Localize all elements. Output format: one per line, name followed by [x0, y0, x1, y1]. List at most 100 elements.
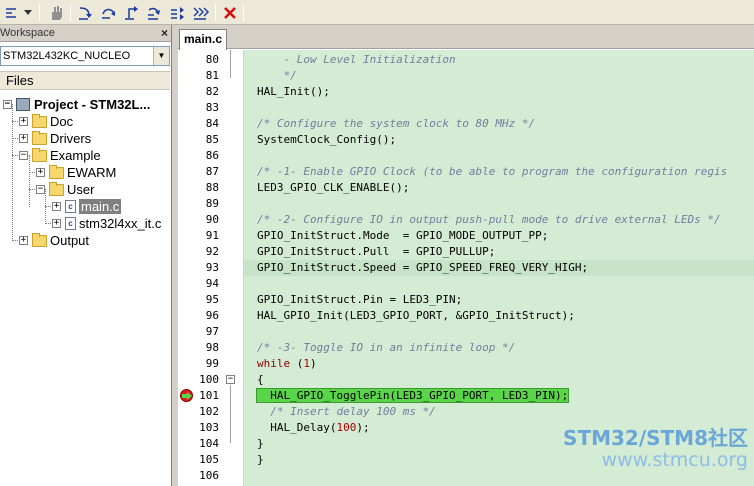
- code-line: LED3_GPIO_CLK_ENABLE();: [244, 180, 754, 196]
- code-editor: main.c 80 81 82 83 84 85 86 87 88 89 90 91 92 93 94 95 9…: [178, 25, 754, 486]
- code-line: GPIO_InitStruct.Speed = GPIO_SPEED_FREQ_…: [244, 260, 754, 276]
- tree-item-label: Example: [50, 148, 101, 163]
- watermark-url: www.stmcu.org: [601, 449, 748, 471]
- folder-icon: [32, 130, 47, 145]
- next-step-icon[interactable]: [191, 3, 211, 22]
- configuration-select[interactable]: STM32L432KC_NUCLEO ▼: [0, 46, 170, 66]
- step-out-icon[interactable]: [122, 3, 142, 22]
- tree-item-ewarm[interactable]: + EWARM: [36, 164, 116, 181]
- code-line: /* Insert delay 100 ms */: [244, 404, 754, 420]
- code-line: HAL_GPIO_TogglePin(LED3_GPIO_PORT, LED3_…: [244, 388, 754, 404]
- stop-debug-icon[interactable]: [220, 3, 240, 22]
- chevron-down-icon[interactable]: ▼: [153, 47, 169, 65]
- line-number: 104: [199, 437, 219, 450]
- code-text: /* Insert delay 100 ms */: [257, 405, 436, 418]
- hand-icon[interactable]: [46, 3, 66, 22]
- fold-collapse-icon[interactable]: −: [226, 375, 235, 384]
- tab-main-c[interactable]: main.c: [179, 29, 227, 50]
- line-number: 94: [205, 277, 219, 290]
- step-over-icon[interactable]: [99, 3, 119, 22]
- code-text: - Low Level Initialization: [257, 53, 456, 66]
- tree-item-label: stm32l4xx_it.c: [79, 216, 162, 231]
- code-line: SystemClock_Config();: [244, 132, 754, 148]
- tree-item-output[interactable]: + Output: [19, 232, 89, 249]
- expand-icon[interactable]: +: [52, 219, 61, 228]
- expand-icon[interactable]: +: [19, 236, 28, 245]
- debug-toolbar: [0, 0, 754, 25]
- tree-item-user[interactable]: − User: [36, 181, 94, 198]
- line-number: 98: [205, 341, 219, 354]
- configuration-value: STM32L432KC_NUCLEO: [3, 50, 131, 62]
- code-text: /* -3- Toggle IO in an infinite loop */: [257, 341, 516, 354]
- collapse-icon[interactable]: −: [19, 151, 28, 160]
- folder-icon: [32, 232, 47, 247]
- tree-item-label: Output: [50, 233, 90, 248]
- code-line: /* Configure the system clock to 80 MHz …: [244, 116, 754, 132]
- line-number: 83: [205, 101, 219, 114]
- workspace-title-bar: Workspace ×: [0, 25, 171, 42]
- dropdown-icon[interactable]: [22, 3, 34, 22]
- line-number: 92: [205, 245, 219, 258]
- folder-icon: [49, 181, 64, 196]
- code-text: }: [257, 437, 264, 450]
- line-number: 89: [205, 197, 219, 210]
- indent-icon[interactable]: [2, 3, 22, 22]
- code-text: GPIO_InitStruct.Pin = LED3_PIN;: [257, 293, 463, 306]
- folder-icon: [49, 164, 64, 179]
- tree-item-example[interactable]: − Example: [19, 147, 101, 164]
- line-number: 103: [199, 421, 219, 434]
- code-text: {: [257, 373, 264, 386]
- code-text: }: [257, 453, 264, 466]
- collapse-icon[interactable]: −: [3, 100, 12, 109]
- tree-item-project[interactable]: − Project - STM32L...: [3, 96, 150, 113]
- close-icon[interactable]: ×: [161, 25, 168, 41]
- folder-icon: [32, 113, 47, 128]
- expand-icon[interactable]: +: [36, 168, 45, 177]
- tree-item-drivers[interactable]: + Drivers: [19, 130, 91, 147]
- tree-item-label: EWARM: [67, 165, 117, 180]
- line-number-gutter[interactable]: 80 81 82 83 84 85 86 87 88 89 90 91 92 93 94 95 96 97 98 99…: [178, 50, 244, 486]
- line-number: 95: [205, 293, 219, 306]
- code-line: {: [244, 372, 754, 388]
- current-statement-arrow-icon: [182, 392, 192, 400]
- line-number: 90: [205, 213, 219, 226]
- line-number: 93: [205, 261, 219, 274]
- code-line: - Low Level Initialization: [244, 52, 754, 68]
- line-number: 87: [205, 165, 219, 178]
- code-text: HAL_GPIO_TogglePin(LED3_GPIO_PORT, LED3_…: [255, 388, 570, 403]
- tree-item-main-c[interactable]: + c main.c: [52, 198, 122, 215]
- run-to-cursor-icon[interactable]: [145, 3, 165, 22]
- tree-item-stm32l4xx-it-c[interactable]: + c stm32l4xx_it.c: [52, 215, 161, 232]
- code-line: /* -2- Configure IO in output push-pull …: [244, 212, 754, 228]
- c-file-icon: c: [65, 200, 76, 213]
- expand-icon[interactable]: +: [19, 117, 28, 126]
- code-text: HAL_Init();: [257, 85, 330, 98]
- tree-item-label: User: [67, 182, 95, 197]
- line-number: 88: [205, 181, 219, 194]
- line-number: 82: [205, 85, 219, 98]
- expand-icon[interactable]: +: [19, 134, 28, 143]
- tree-item-label: main.c: [79, 199, 122, 214]
- code-text: HAL_GPIO_Init(LED3_GPIO_PORT, &GPIO_Init…: [257, 309, 575, 322]
- workspace-title: Workspace: [0, 27, 55, 39]
- code-line: /* -1- Enable GPIO Clock (to be able to …: [244, 164, 754, 180]
- code-line: /* -3- Toggle IO in an infinite loop */: [244, 340, 754, 356]
- line-number: 99: [205, 357, 219, 370]
- c-file-icon: c: [65, 217, 76, 230]
- line-number: 106: [199, 469, 219, 482]
- watermark: STM32/STM8社区 www.stmcu.org: [563, 427, 748, 471]
- files-column-header[interactable]: Files: [0, 71, 170, 90]
- fold-guide: [230, 385, 231, 443]
- code-line: GPIO_InitStruct.Pin = LED3_PIN;: [244, 292, 754, 308]
- code-area[interactable]: - Low Level Initialization */ HAL_Init();…: [244, 50, 754, 486]
- collapse-icon[interactable]: −: [36, 185, 45, 194]
- folder-icon: [32, 147, 47, 162]
- tree-item-doc[interactable]: + Doc: [19, 113, 73, 130]
- step-into-icon[interactable]: [76, 3, 96, 22]
- expand-icon[interactable]: +: [52, 202, 61, 211]
- next-statement-icon[interactable]: [168, 3, 188, 22]
- tree-item-label: Drivers: [50, 131, 92, 146]
